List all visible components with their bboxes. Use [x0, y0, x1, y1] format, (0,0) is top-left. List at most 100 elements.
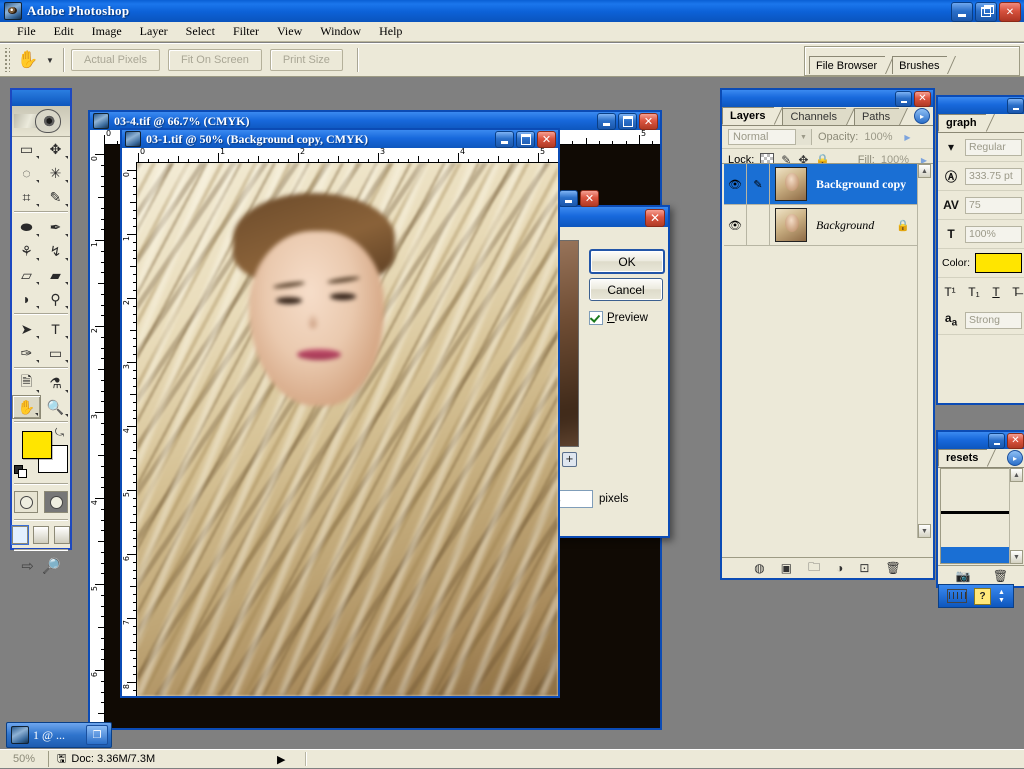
doc-close-button[interactable]: ✕ [537, 131, 556, 148]
move-tool[interactable]: ✥ [41, 137, 70, 161]
scroll-up-button[interactable]: ▲ [918, 164, 931, 178]
menu-item-window[interactable]: Window [311, 23, 370, 40]
tool-presets-scrollbar[interactable]: ▲ ▼ [1009, 468, 1024, 564]
dodge-tool[interactable]: ⚲ [41, 287, 70, 311]
opacity-value[interactable]: 100% [864, 131, 898, 143]
swap-colors-icon[interactable]: ⤿ [55, 427, 64, 440]
tab-layers[interactable]: Layers [722, 107, 776, 125]
blend-mode-select[interactable]: Normal ▼ [728, 129, 812, 145]
tab-paths[interactable]: Paths [853, 108, 901, 125]
chevron-down-icon[interactable]: ▼ [795, 129, 811, 145]
help-icon[interactable]: ? [974, 587, 992, 605]
menu-item-select[interactable]: Select [177, 23, 224, 40]
restore-button[interactable] [975, 2, 997, 22]
leading-field[interactable]: 333.75 pt [965, 167, 1022, 185]
palette-minimize-button[interactable] [895, 91, 912, 107]
minimize-button[interactable] [951, 2, 973, 22]
vertical-ruler-active[interactable]: 012345678 [122, 162, 137, 696]
help-toolbar[interactable]: ? ▲ ▼ [938, 584, 1014, 608]
gradient-tool[interactable]: ▰ [41, 263, 70, 287]
layer-thumbnail[interactable] [775, 208, 807, 242]
palette-close-button[interactable]: ✕ [914, 91, 931, 107]
scroll-down-button[interactable]: ▼ [1010, 550, 1023, 564]
restore-icon[interactable]: ❐ [86, 725, 108, 745]
palette-well-tab-file-browser[interactable]: File Browser [809, 56, 887, 74]
foreground-color-swatch[interactable] [22, 431, 52, 459]
superscript-icon[interactable]: T¹ [944, 285, 955, 299]
delete-preset-icon[interactable]: 🗑 [993, 569, 1008, 583]
palette-menu-icon[interactable]: ▸ [1007, 450, 1023, 466]
font-style-field[interactable]: Regular [965, 138, 1022, 156]
hand-tool-icon[interactable]: ✋ [13, 47, 43, 73]
keyboard-icon[interactable] [947, 589, 968, 603]
layer-visibility-toggle[interactable]: 👁 [724, 205, 747, 245]
new-layer-icon[interactable]: ⊡ [859, 561, 869, 575]
menu-item-layer[interactable]: Layer [131, 23, 177, 40]
eyedropper-tool[interactable]: ⚗ [41, 371, 70, 395]
doc-maximize-button[interactable] [618, 113, 637, 130]
quick-mask-mode-button[interactable] [44, 491, 68, 513]
preview-checkbox[interactable] [589, 311, 603, 325]
list-item[interactable] [941, 547, 1010, 563]
options-bar-grip[interactable] [3, 48, 10, 72]
lasso-tool[interactable]: ◌ [12, 161, 41, 185]
palette-close-button[interactable]: ✕ [1007, 433, 1024, 449]
table-row[interactable]: 👁 ✎ Background copy [724, 164, 918, 205]
full-screen-menubar-button[interactable] [33, 526, 49, 544]
tab-channels[interactable]: Channels [782, 108, 847, 125]
rectangle-tool[interactable]: ▭ [41, 341, 70, 365]
history-brush-tool[interactable]: ↯ [41, 239, 70, 263]
layers-palette-title-bar[interactable]: ✕ [722, 90, 933, 107]
text-color-swatch[interactable] [975, 253, 1022, 273]
document-canvas-active[interactable] [137, 163, 558, 696]
doc-minimize-button[interactable] [495, 131, 514, 148]
horizontal-ruler-active[interactable]: 012345 [122, 148, 558, 163]
tab-paragraph[interactable]: graph [938, 114, 987, 132]
preview-checkbox-row[interactable]: Preview [589, 311, 648, 325]
delete-layer-icon[interactable]: 🗑 [885, 561, 900, 575]
chevron-down-icon[interactable]: ▼ [43, 47, 57, 73]
layer-brush-indicator[interactable] [747, 205, 770, 245]
path-selection-tool[interactable]: ➤ [12, 317, 41, 341]
hidden-close-button[interactable]: ✕ [580, 190, 599, 207]
tab-tool-presets[interactable]: resets [938, 449, 989, 467]
layer-name[interactable]: Background copy [816, 177, 906, 192]
jump-to-imageready-icon[interactable]: ⇨ [21, 557, 34, 575]
doc-minimize-button[interactable] [597, 113, 616, 130]
palette-minimize-button[interactable] [1007, 98, 1024, 114]
standard-screen-mode-button[interactable] [11, 525, 29, 545]
palette-menu-icon[interactable]: ▸ [914, 108, 930, 124]
hidden-minimize-button[interactable] [559, 190, 578, 207]
new-preset-icon[interactable]: 📷 [956, 569, 971, 583]
layer-name[interactable]: Background [816, 218, 874, 233]
document-window-active[interactable]: 03-1.tif @ 50% (Background copy, CMYK) ✕… [120, 128, 560, 698]
doc-maximize-button[interactable] [516, 131, 535, 148]
cancel-button[interactable]: Cancel [589, 278, 663, 301]
layers-palette[interactable]: ✕ Layers Channels Paths ▸ Normal ▼ Opaci… [720, 88, 935, 580]
document-taskbar-chip[interactable]: 1 @ ... ❐ [6, 722, 112, 748]
ok-button[interactable]: OK [589, 249, 665, 274]
chevron-down-icon[interactable]: ▾ [942, 140, 960, 154]
full-screen-mode-button[interactable] [54, 526, 70, 544]
standard-mode-button[interactable] [14, 491, 38, 513]
fit-on-screen-button[interactable]: Fit On Screen [167, 49, 262, 71]
scroll-down-button[interactable]: ▼ [918, 524, 931, 538]
menu-item-help[interactable]: Help [370, 23, 411, 40]
antialias-field[interactable]: Strong [965, 311, 1022, 329]
type-tool[interactable]: T [41, 317, 70, 341]
magic-wand-tool[interactable]: ✳ [41, 161, 70, 185]
print-size-button[interactable]: Print Size [269, 49, 343, 71]
layer-brush-indicator[interactable]: ✎ [747, 164, 770, 204]
menu-item-edit[interactable]: Edit [45, 23, 83, 40]
toolbox-title-bar[interactable] [12, 90, 70, 106]
doc-close-button[interactable]: ✕ [639, 113, 658, 130]
zoom-tool[interactable]: 🔍 [41, 395, 70, 419]
menu-item-view[interactable]: View [268, 23, 311, 40]
zoom-in-button[interactable]: + [561, 452, 577, 467]
palette-well-tab-brushes[interactable]: Brushes [892, 56, 949, 74]
tool-presets-title-bar[interactable]: ✕ [938, 432, 1024, 449]
document-title-bar-active[interactable]: 03-1.tif @ 50% (Background copy, CMYK) ✕ [122, 130, 558, 148]
jump-to-icon[interactable]: 🔎 [42, 557, 61, 575]
strikethrough-icon[interactable]: T̶ [1012, 285, 1019, 299]
crop-tool[interactable]: ⌗ [12, 185, 41, 209]
